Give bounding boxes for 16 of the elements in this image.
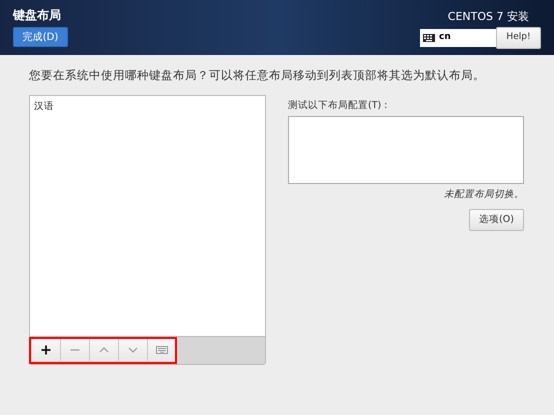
test-input-field[interactable] xyxy=(288,116,524,184)
add-button[interactable] xyxy=(32,339,61,361)
keyboard-icon xyxy=(156,344,168,356)
keyboard-icon xyxy=(423,34,435,42)
done-button[interactable]: 完成(D) xyxy=(13,27,68,47)
keyboard-indicator[interactable]: cn xyxy=(420,29,496,47)
status-note: 未配置布局切换。 xyxy=(443,189,524,201)
product-name: CENTOS 7 安装 xyxy=(448,10,529,24)
options-button[interactable]: 选项(O) xyxy=(469,209,524,231)
layout-code: cn xyxy=(439,31,451,44)
layout-item[interactable]: 汉语 xyxy=(33,100,262,113)
instruction-text: 您要在系统中使用哪种键盘布局？可以将任意布局移动到列表顶部将其选为默认布局。 xyxy=(29,68,486,82)
test-label: 测试以下布局配置(T)： xyxy=(288,100,392,112)
help-button[interactable]: Help! xyxy=(496,27,541,49)
window-title: 键盘布局 xyxy=(13,8,61,22)
plus-icon xyxy=(40,344,52,356)
